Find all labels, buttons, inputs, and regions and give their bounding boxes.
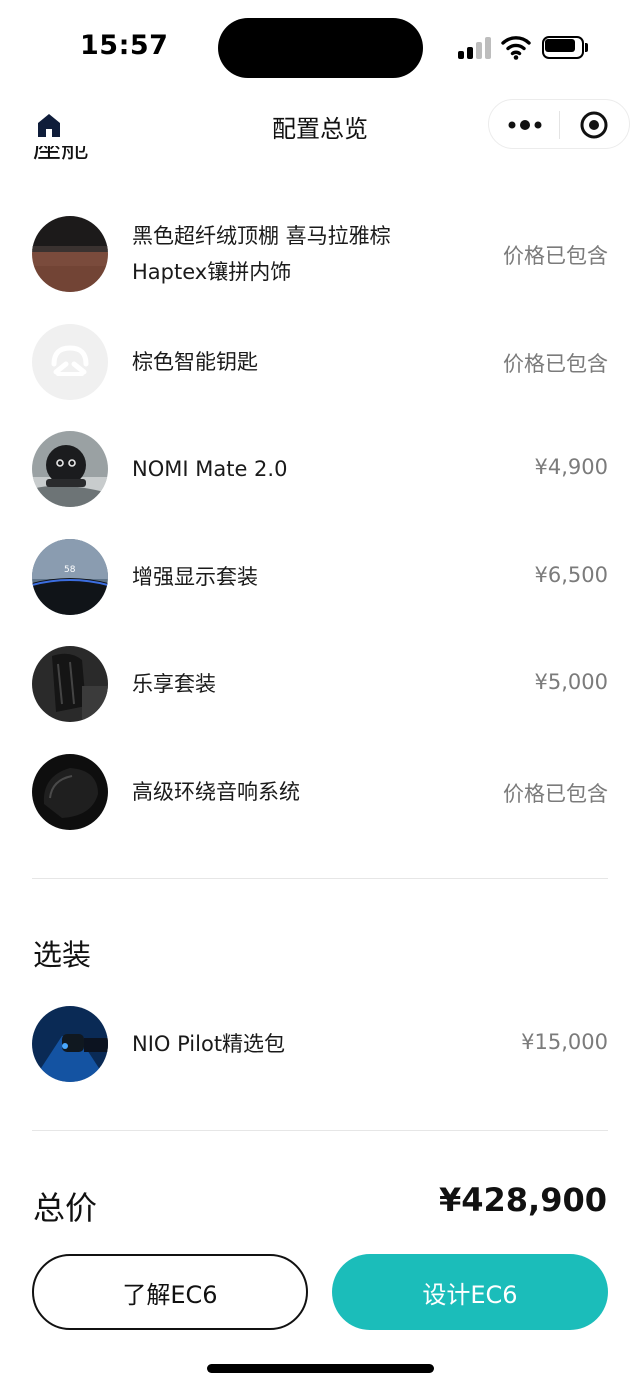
item-price: 价格已包含 xyxy=(503,352,608,376)
interior-leather-thumbnail xyxy=(32,216,108,292)
close-miniprogram-icon[interactable] xyxy=(579,110,609,140)
item-price: ¥15,000 xyxy=(521,1030,608,1054)
list-item: 高级环绕音响系统 价格已包含 xyxy=(32,754,608,830)
divider xyxy=(32,1130,608,1131)
cellular-signal-icon xyxy=(458,37,492,59)
list-item: 58 增强显示套装 ¥6,500 xyxy=(32,539,608,615)
list-item: NIO Pilot精选包 ¥15,000 xyxy=(32,1006,608,1082)
item-name: 增强显示套装 xyxy=(132,565,258,589)
list-item: 黑色超纤绒顶棚 喜马拉雅棕 Haptex镶拼内饰 价格已包含 xyxy=(32,216,608,292)
more-options-icon[interactable] xyxy=(507,113,543,137)
miniprogram-capsule xyxy=(488,99,630,149)
item-price: ¥6,500 xyxy=(534,563,608,587)
capsule-divider xyxy=(559,111,560,139)
nio-pilot-thumbnail xyxy=(32,1006,108,1082)
item-price: 价格已包含 xyxy=(503,244,608,268)
status-bar: 15:57 xyxy=(0,0,640,100)
wifi-icon xyxy=(501,36,531,60)
dynamic-island xyxy=(218,18,423,78)
total-label: 总价 xyxy=(33,1189,98,1227)
item-name: 乐享套装 xyxy=(132,672,216,696)
list-item: 棕色智能钥匙 价格已包含 xyxy=(32,324,608,400)
speaker-thumbnail xyxy=(32,754,108,830)
item-price: 价格已包含 xyxy=(503,782,608,806)
design-ec6-button[interactable]: 设计EC6 xyxy=(332,1254,608,1330)
hud-display-thumbnail: 58 xyxy=(32,539,108,615)
item-name: 棕色智能钥匙 xyxy=(132,350,258,374)
item-name: NIO Pilot精选包 xyxy=(132,1032,286,1056)
item-name-line2: Haptex镶拼内饰 xyxy=(132,260,292,284)
item-price: ¥5,000 xyxy=(534,670,608,694)
hud-speed-text: 58 xyxy=(64,565,76,575)
item-price: ¥4,900 xyxy=(534,455,608,479)
list-item: NOMI Mate 2.0 ¥4,900 xyxy=(32,431,608,507)
item-name: 高级环绕音响系统 xyxy=(132,780,300,804)
item-name: 黑色超纤绒顶棚 喜马拉雅棕 xyxy=(132,224,391,248)
battery-icon xyxy=(542,36,588,59)
home-indicator xyxy=(207,1364,434,1373)
seat-thumbnail xyxy=(32,646,108,722)
status-time: 15:57 xyxy=(80,30,169,61)
nomi-robot-thumbnail xyxy=(32,431,108,507)
section-heading-cockpit: 座舱 xyxy=(33,146,90,164)
list-item: 乐享套装 ¥5,000 xyxy=(32,646,608,722)
section-title-options: 选装 xyxy=(33,938,92,972)
divider xyxy=(32,878,608,879)
learn-ec6-button[interactable]: 了解EC6 xyxy=(32,1254,308,1330)
total-price: ¥428,900 xyxy=(438,1181,607,1219)
item-name: NOMI Mate 2.0 xyxy=(132,457,288,481)
nio-logo-icon xyxy=(32,324,108,400)
